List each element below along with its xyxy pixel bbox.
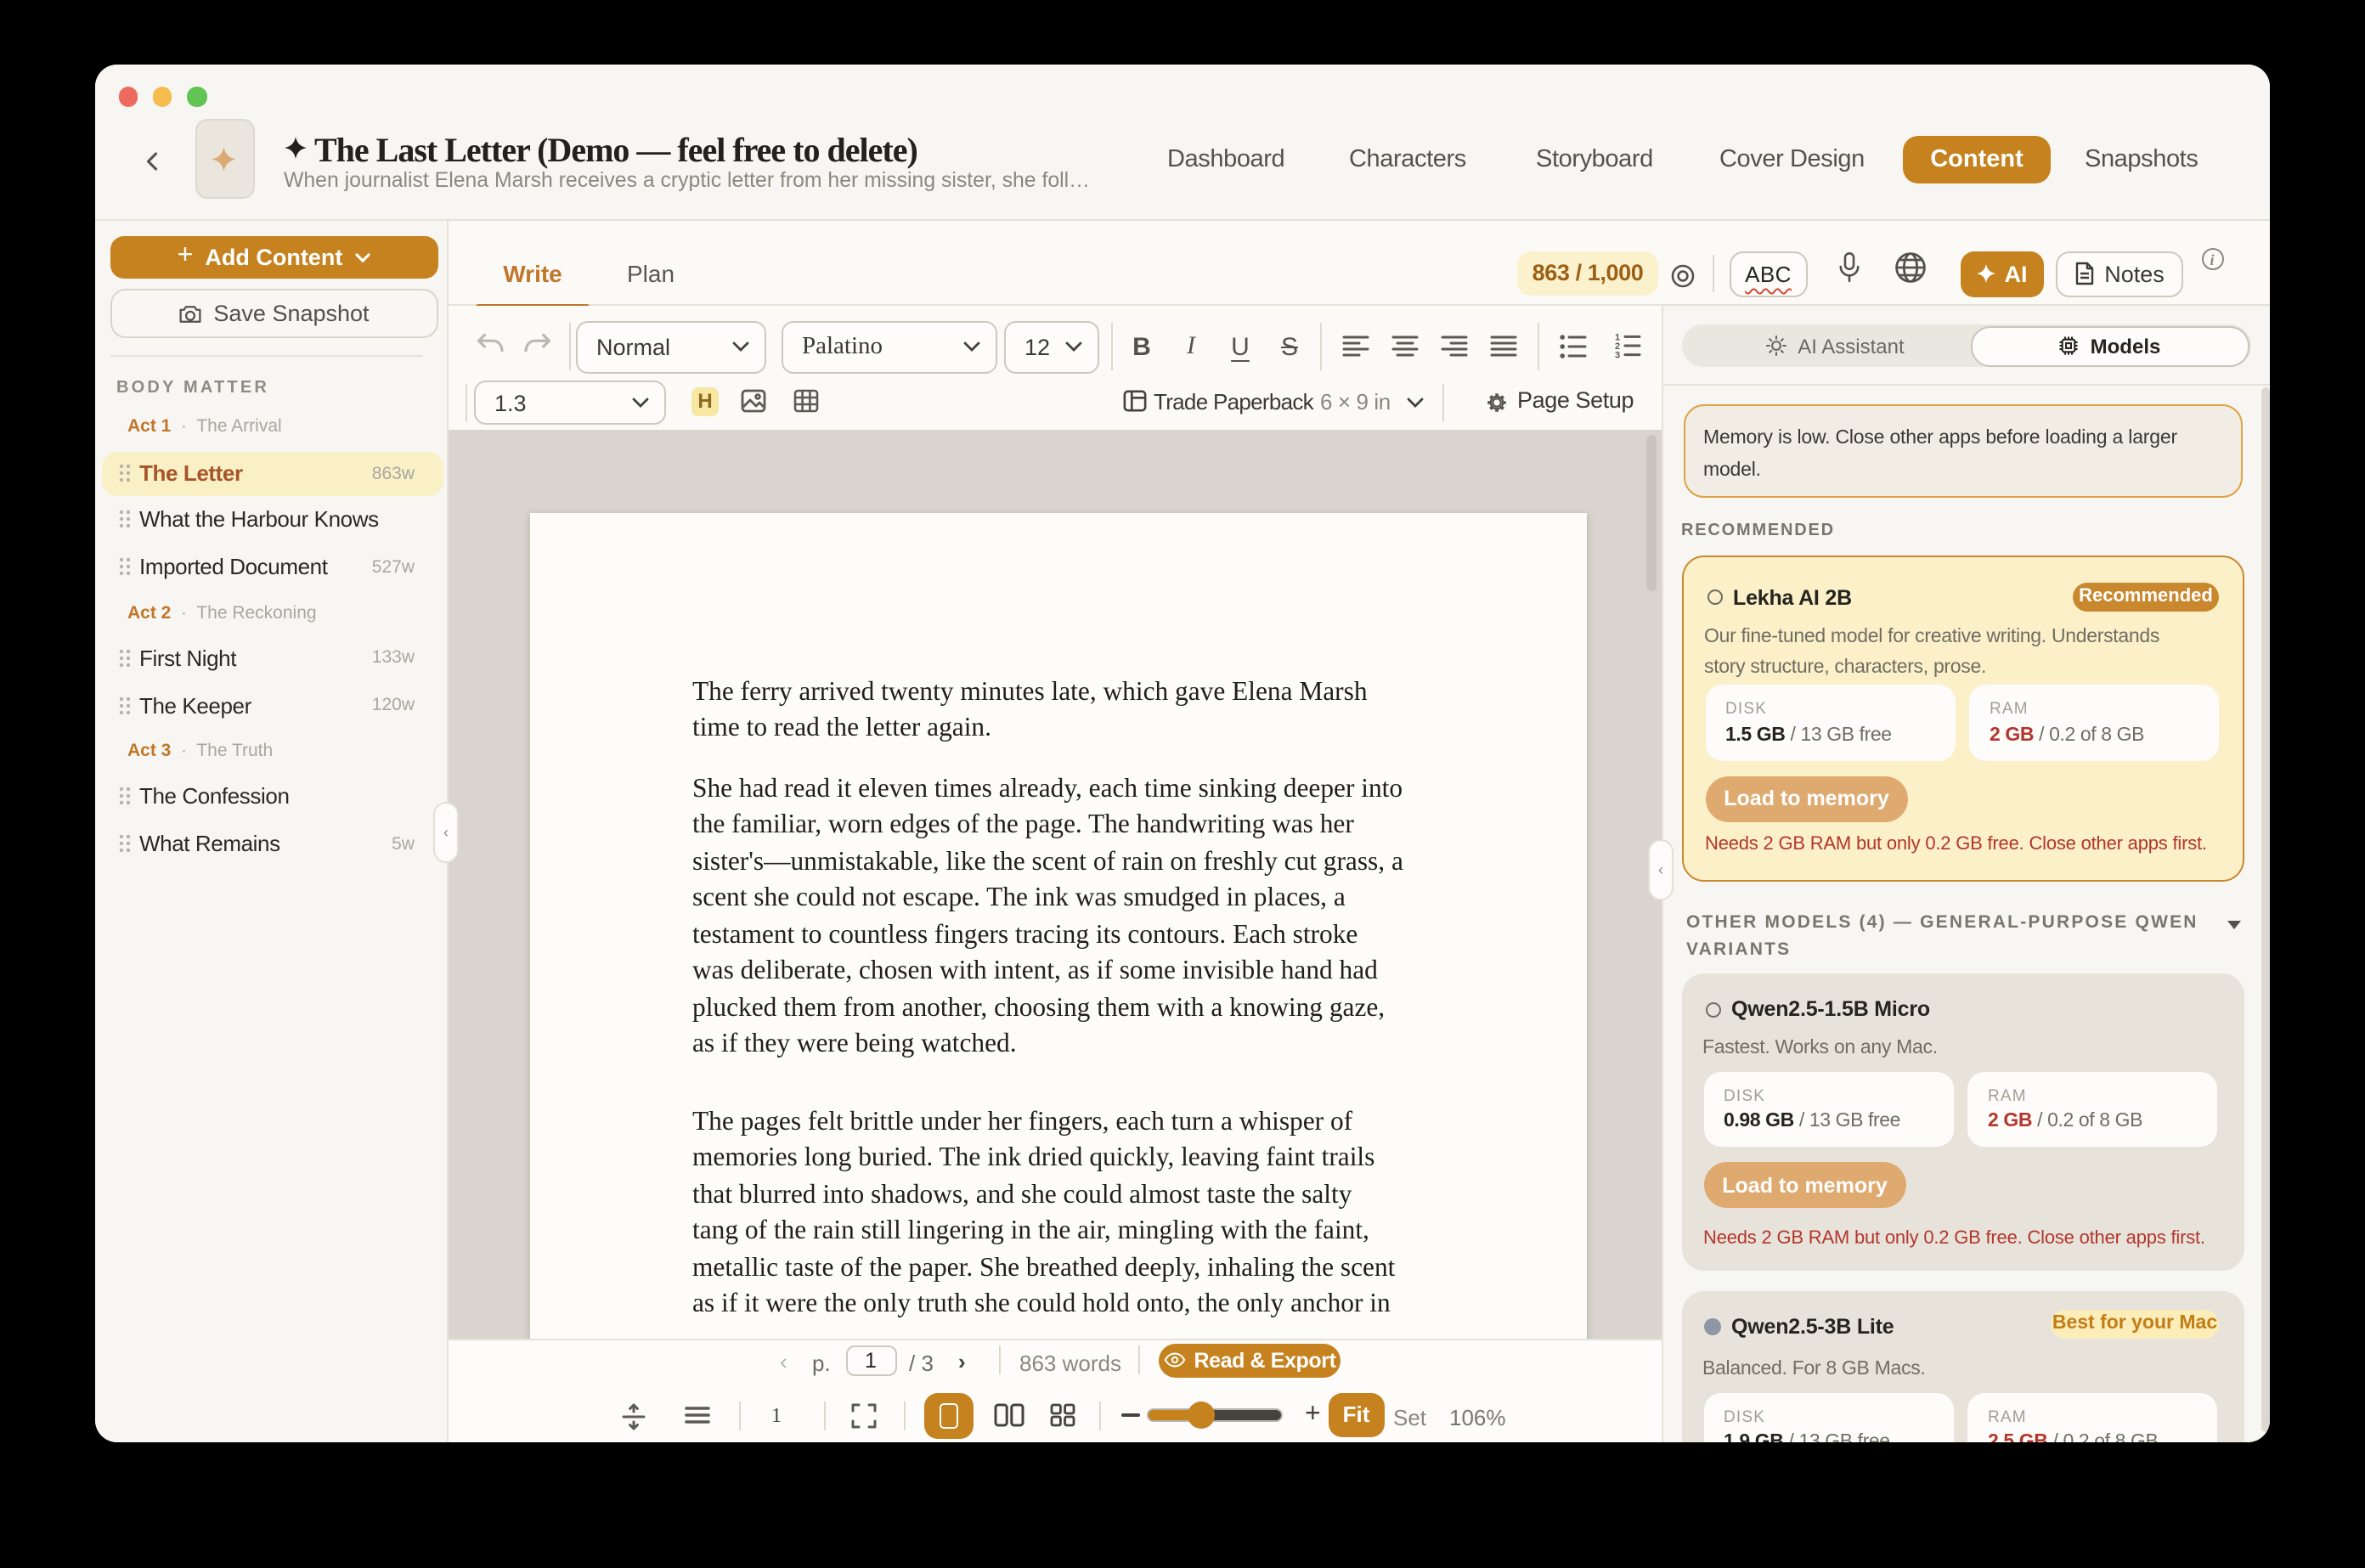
- svg-text:3: 3: [1615, 351, 1620, 358]
